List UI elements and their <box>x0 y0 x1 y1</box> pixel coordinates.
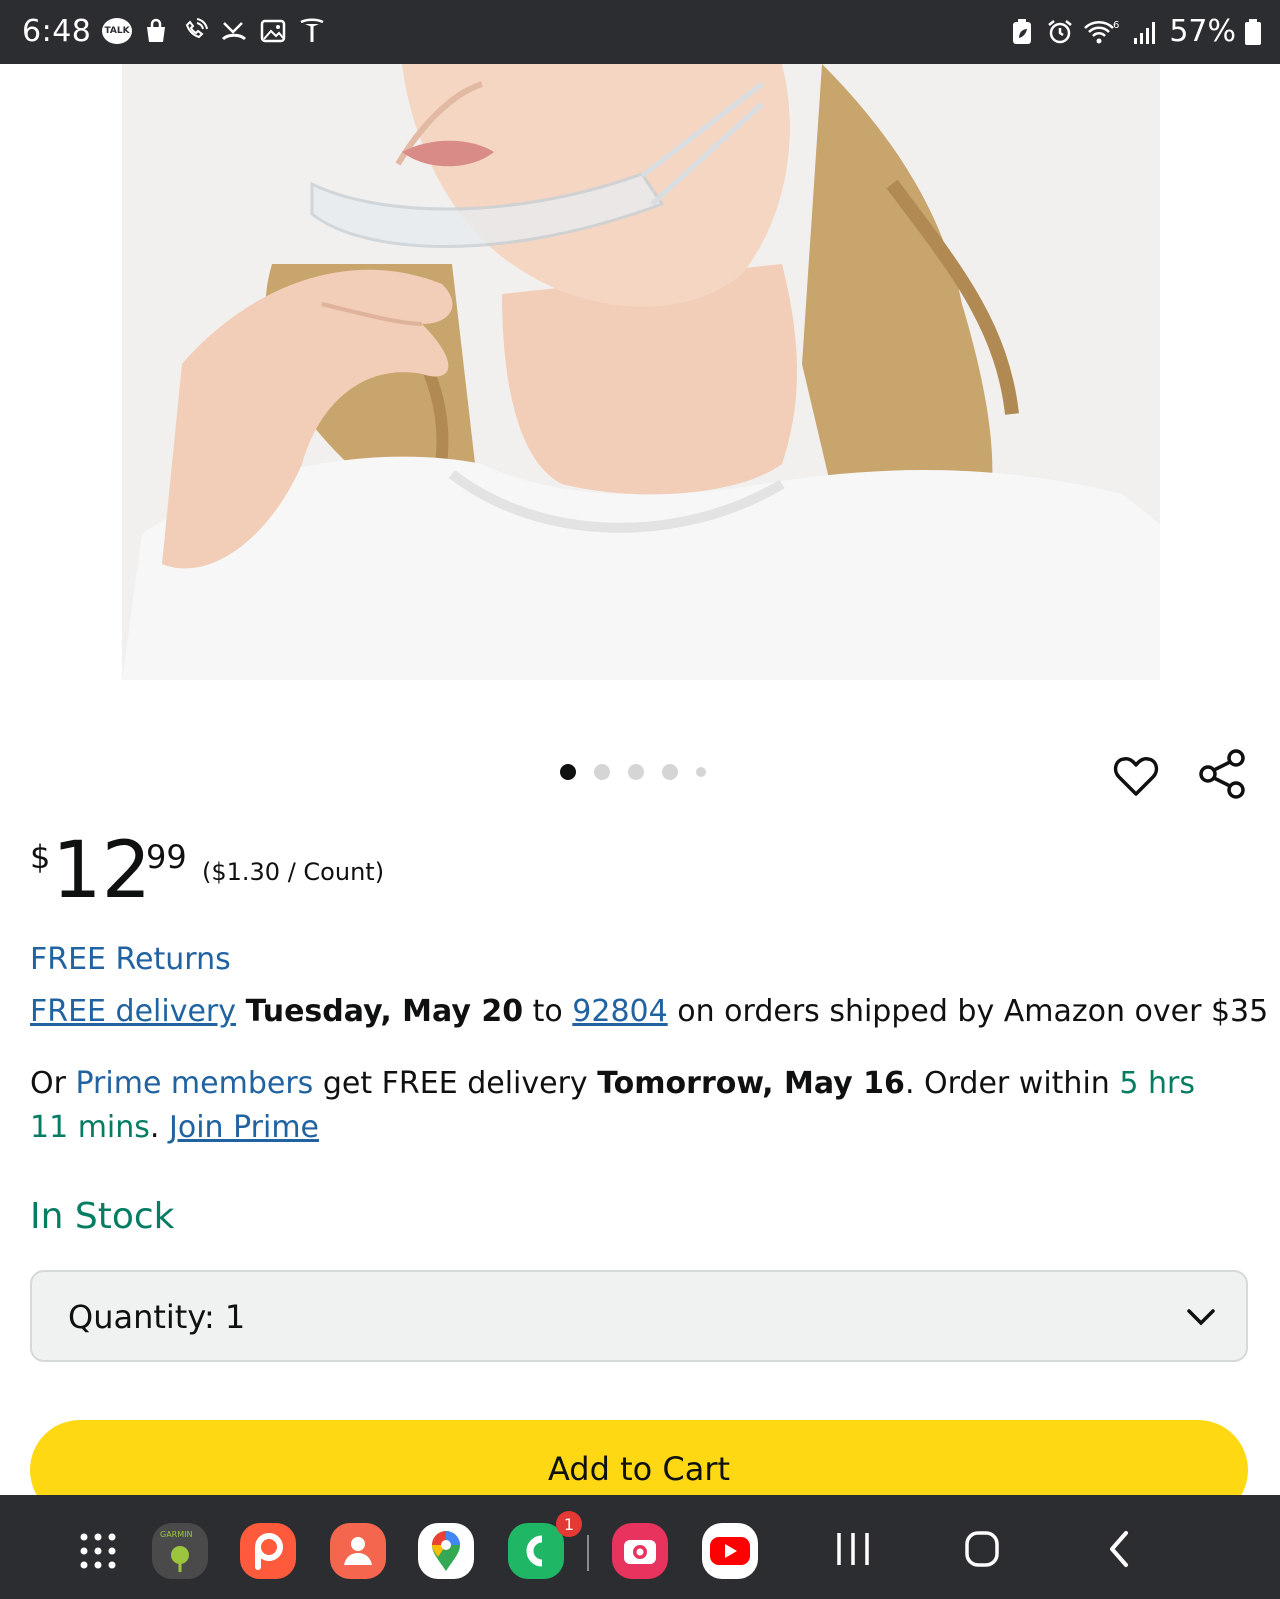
battery-saver-icon <box>1007 17 1037 47</box>
network-type: 6 <box>1113 20 1119 31</box>
notification-badge: 1 <box>556 1511 582 1537</box>
price-fraction: 99 <box>146 838 187 876</box>
camera-icon[interactable] <box>612 1523 668 1579</box>
quantity-label: Quantity: 1 <box>68 1298 245 1336</box>
delivery-suffix: on orders shipped by Amazon over $35 <box>667 994 1269 1029</box>
google-maps-icon[interactable] <box>418 1523 474 1579</box>
chevron-down-icon <box>1187 1309 1215 1326</box>
phone-call-icon[interactable] <box>508 1523 564 1579</box>
battery-icon <box>1244 17 1262 47</box>
share-icon[interactable] <box>1198 748 1248 800</box>
prime-members-link[interactable]: Prime members <box>75 1066 313 1101</box>
product-photo <box>122 64 1160 680</box>
carousel-dot[interactable] <box>628 764 644 780</box>
prime-period: . <box>149 1110 169 1145</box>
free-delivery-link[interactable]: FREE delivery <box>30 994 236 1029</box>
price-whole: 12 <box>52 826 152 916</box>
alarm-icon <box>1045 17 1075 47</box>
garmin-golf-icon[interactable]: GARMIN <box>152 1523 208 1579</box>
missed-call-icon <box>219 16 249 46</box>
carousel-dot[interactable] <box>696 767 706 777</box>
app-drawer-icon[interactable] <box>70 1523 126 1579</box>
prime-middle: get FREE delivery <box>313 1066 598 1101</box>
carousel-dot[interactable] <box>662 764 678 780</box>
carousel-dot[interactable] <box>594 764 610 780</box>
status-bar: 6:48 TALK 6 57% <box>0 0 1280 64</box>
wifi-call-icon <box>180 16 210 46</box>
delivery-info: FREE delivery Tuesday, May 20 to 92804 o… <box>30 994 1268 1029</box>
product-image[interactable] <box>122 64 1160 680</box>
delivery-date: Tuesday, May 20 <box>245 994 524 1029</box>
prime-delivery-info: Or Prime members get FREE delivery Tomor… <box>30 1062 1230 1150</box>
free-returns-link[interactable]: FREE Returns <box>30 942 231 977</box>
gallery-icon <box>258 16 288 46</box>
recent-apps-icon[interactable] <box>833 1525 873 1577</box>
contacts-icon[interactable] <box>330 1523 386 1579</box>
navigation-bar: GARMIN 1 <box>0 1495 1280 1599</box>
zip-code-link[interactable]: 92804 <box>572 994 667 1029</box>
dock-divider <box>587 1535 589 1571</box>
talk-icon: TALK <box>102 16 132 46</box>
unit-price: ($1.30 / Count) <box>202 858 385 886</box>
shopping-bag-icon <box>141 16 171 46</box>
back-icon[interactable] <box>1100 1525 1140 1577</box>
system-icons: 6 57% <box>1007 14 1262 49</box>
garmin-label: GARMIN <box>160 1530 192 1539</box>
prime-prefix: Or <box>30 1066 76 1101</box>
signal-icon <box>1131 17 1161 47</box>
wishlist-heart-icon[interactable] <box>1112 752 1160 800</box>
notification-icons: TALK <box>102 16 327 46</box>
quantity-dropdown[interactable]: Quantity: 1 <box>30 1270 1248 1362</box>
image-carousel-indicator[interactable] <box>560 764 724 780</box>
stock-status: In Stock <box>30 1196 175 1237</box>
tesla-icon <box>297 16 327 46</box>
quantity-label-text: Quantity: <box>68 1298 215 1336</box>
prime-order-within: . Order within <box>904 1066 1120 1101</box>
talk-label: TALK <box>102 18 132 44</box>
home-icon[interactable] <box>962 1525 1002 1577</box>
delivery-to: to <box>523 994 573 1029</box>
battery-percent: 57% <box>1169 14 1236 49</box>
add-to-cart-label: Add to Cart <box>547 1450 731 1488</box>
picsart-icon[interactable] <box>240 1523 296 1579</box>
join-prime-link[interactable]: Join Prime <box>169 1110 319 1145</box>
price-symbol: $ <box>30 838 51 876</box>
quantity-value: 1 <box>224 1298 246 1336</box>
wifi-icon: 6 <box>1083 17 1123 47</box>
status-time: 6:48 <box>22 14 92 49</box>
carousel-dot[interactable] <box>560 764 576 780</box>
youtube-icon[interactable] <box>702 1523 758 1579</box>
prime-delivery-date: Tomorrow, May 16 <box>597 1066 905 1101</box>
